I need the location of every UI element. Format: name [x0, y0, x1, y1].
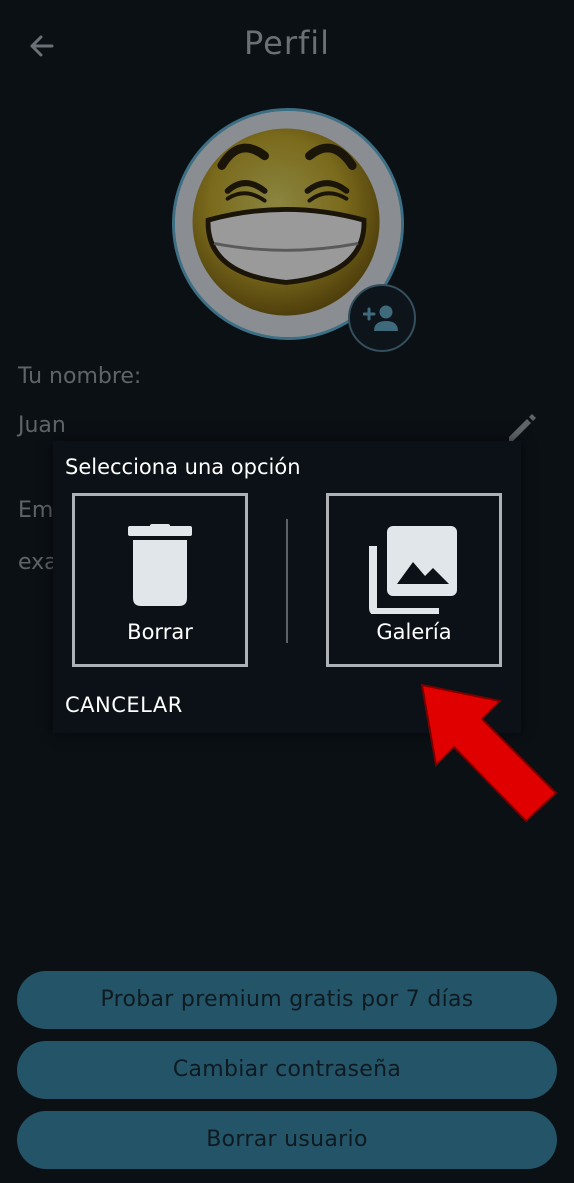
delete-photo-option[interactable]: Borrar — [72, 493, 248, 667]
photo-library-icon — [369, 526, 457, 614]
email-label: Em — [18, 498, 54, 523]
page-title: Perfil — [243, 24, 331, 62]
dialog-title: Selecciona una opción — [65, 455, 301, 479]
gallery-option-label: Galería — [376, 620, 452, 644]
email-value: exa — [18, 550, 58, 575]
delete-option-label: Borrar — [127, 620, 193, 644]
dialog-divider — [286, 519, 288, 643]
try-premium-button[interactable]: Probar premium gratis por 7 días — [17, 971, 557, 1029]
change-password-button[interactable]: Cambiar contraseña — [17, 1041, 557, 1099]
trash-icon — [128, 524, 192, 606]
delete-user-button[interactable]: Borrar usuario — [17, 1111, 557, 1169]
profile-screen: Perfil Tu nombre: Juan Em exa Selecciona… — [0, 0, 574, 1183]
person-add-icon — [363, 305, 398, 331]
name-value: Juan — [18, 413, 66, 438]
cancel-button[interactable]: CANCELAR — [65, 693, 183, 717]
name-label: Tu nombre: — [18, 364, 142, 389]
gallery-option[interactable]: Galería — [326, 493, 502, 667]
red-arrow-icon — [410, 675, 574, 825]
add-photo-button[interactable] — [348, 284, 416, 352]
